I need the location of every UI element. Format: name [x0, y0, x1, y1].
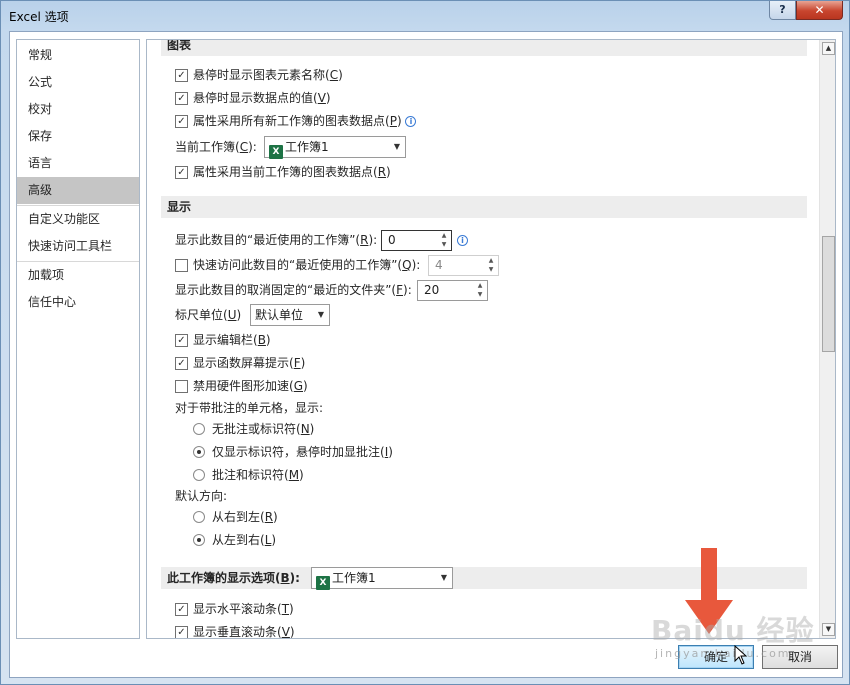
current-workbook-dropdown[interactable]: X 工作簿1 ▼ [264, 136, 406, 159]
spin-up-icon[interactable]: ▲ [437, 231, 451, 240]
info-icon[interactable]: i [457, 235, 468, 246]
excel-options-dialog: Excel 选项 ? ✕ 常规 公式 校对 保存 语言 高级 自定义功能区 快速… [0, 0, 850, 685]
mouse-cursor-icon [734, 645, 748, 665]
checkbox[interactable]: ✓ [175, 603, 188, 616]
radio-button[interactable] [193, 423, 205, 435]
default-direction-label: 默认方向: [175, 489, 228, 503]
checkbox[interactable] [175, 259, 188, 272]
nav-item-proofing[interactable]: 校对 [17, 96, 139, 123]
checkbox[interactable] [175, 380, 188, 393]
section-header-chart: 图表 [161, 40, 807, 56]
spin-down-icon[interactable]: ▼ [473, 290, 487, 299]
nav-item-trust-center[interactable]: 信任中心 [17, 289, 139, 316]
comments-display-label: 对于带批注的单元格，显示: [175, 401, 324, 415]
scroll-down-icon[interactable]: ▼ [822, 623, 835, 636]
baidu-watermark: Baidu 经验 [651, 614, 815, 647]
checkbox[interactable]: ✓ [175, 115, 188, 128]
vertical-scrollbar[interactable]: ▲ ▼ [819, 40, 835, 638]
checkbox[interactable]: ✓ [175, 92, 188, 105]
spin-up-icon[interactable]: ▲ [473, 281, 487, 290]
radio-button[interactable] [193, 446, 205, 458]
checkbox[interactable]: ✓ [175, 166, 188, 179]
window-title: Excel 选项 [9, 10, 69, 24]
baidu-watermark-url: jingyan.baidu.com [655, 647, 791, 660]
chevron-down-icon: ▼ [440, 573, 447, 582]
radio-button[interactable] [193, 511, 205, 523]
excel-workbook-icon: X [316, 576, 330, 590]
workbook-display-dropdown[interactable]: X 工作簿1 ▼ [311, 567, 453, 590]
radio-button[interactable] [193, 534, 205, 546]
spin-down-icon[interactable]: ▼ [437, 240, 451, 249]
nav-item-formulas[interactable]: 公式 [17, 69, 139, 96]
chevron-down-icon: ▼ [317, 310, 324, 319]
checkbox[interactable]: ✓ [175, 334, 188, 347]
quick-access-count-spinner: 4 ▲ ▼ [428, 255, 499, 276]
checkbox[interactable]: ✓ [175, 626, 188, 638]
spin-down-icon: ▼ [488, 266, 494, 273]
section-header-display: 显示 [161, 196, 807, 218]
spin-up-icon: ▲ [488, 257, 494, 264]
nav-item-quick-access-toolbar[interactable]: 快速访问工具栏 [17, 233, 139, 260]
nav-item-customize-ribbon[interactable]: 自定义功能区 [17, 206, 139, 233]
nav-item-advanced[interactable]: 高级 [17, 177, 139, 204]
scroll-up-icon[interactable]: ▲ [822, 42, 835, 55]
unpinned-folders-spinner[interactable]: 20 ▲ ▼ [417, 280, 488, 301]
nav-item-save[interactable]: 保存 [17, 123, 139, 150]
help-button[interactable]: ? [769, 1, 796, 20]
title-bar[interactable]: Excel 选项 ? ✕ [1, 1, 850, 31]
close-button[interactable]: ✕ [796, 1, 843, 20]
chevron-down-icon: ▼ [393, 142, 400, 151]
checkbox[interactable]: ✓ [175, 69, 188, 82]
excel-workbook-icon: X [269, 145, 283, 159]
ruler-units-dropdown[interactable]: 默认单位 ▼ [250, 304, 330, 326]
nav-item-add-ins[interactable]: 加载项 [17, 262, 139, 289]
options-nav: 常规 公式 校对 保存 语言 高级 自定义功能区 快速访问工具栏 加载项 信任中… [16, 39, 140, 639]
info-icon[interactable]: i [405, 116, 417, 127]
radio-button[interactable] [193, 469, 205, 481]
nav-item-general[interactable]: 常规 [17, 42, 139, 69]
recent-workbooks-spinner[interactable]: 0 ▲ ▼ [381, 230, 452, 251]
nav-item-language[interactable]: 语言 [17, 150, 139, 177]
scrollbar-thumb[interactable] [822, 236, 835, 352]
checkbox[interactable]: ✓ [175, 357, 188, 370]
